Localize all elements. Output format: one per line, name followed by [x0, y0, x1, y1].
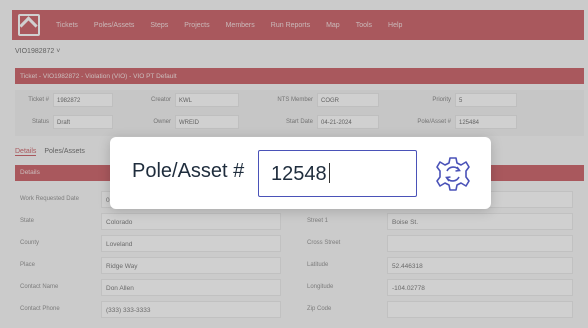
pole-asset-value-text: 12548 — [271, 163, 327, 185]
pole-asset-label: Pole/Asset # — [132, 160, 245, 182]
pole-asset-input-value: 12548 — [271, 163, 330, 186]
pole-asset-popup: Pole/Asset # 12548 — [110, 137, 491, 209]
text-cursor — [328, 163, 330, 183]
pole-asset-input[interactable]: 12548 — [258, 150, 417, 197]
gear-refresh-icon[interactable] — [433, 155, 473, 193]
